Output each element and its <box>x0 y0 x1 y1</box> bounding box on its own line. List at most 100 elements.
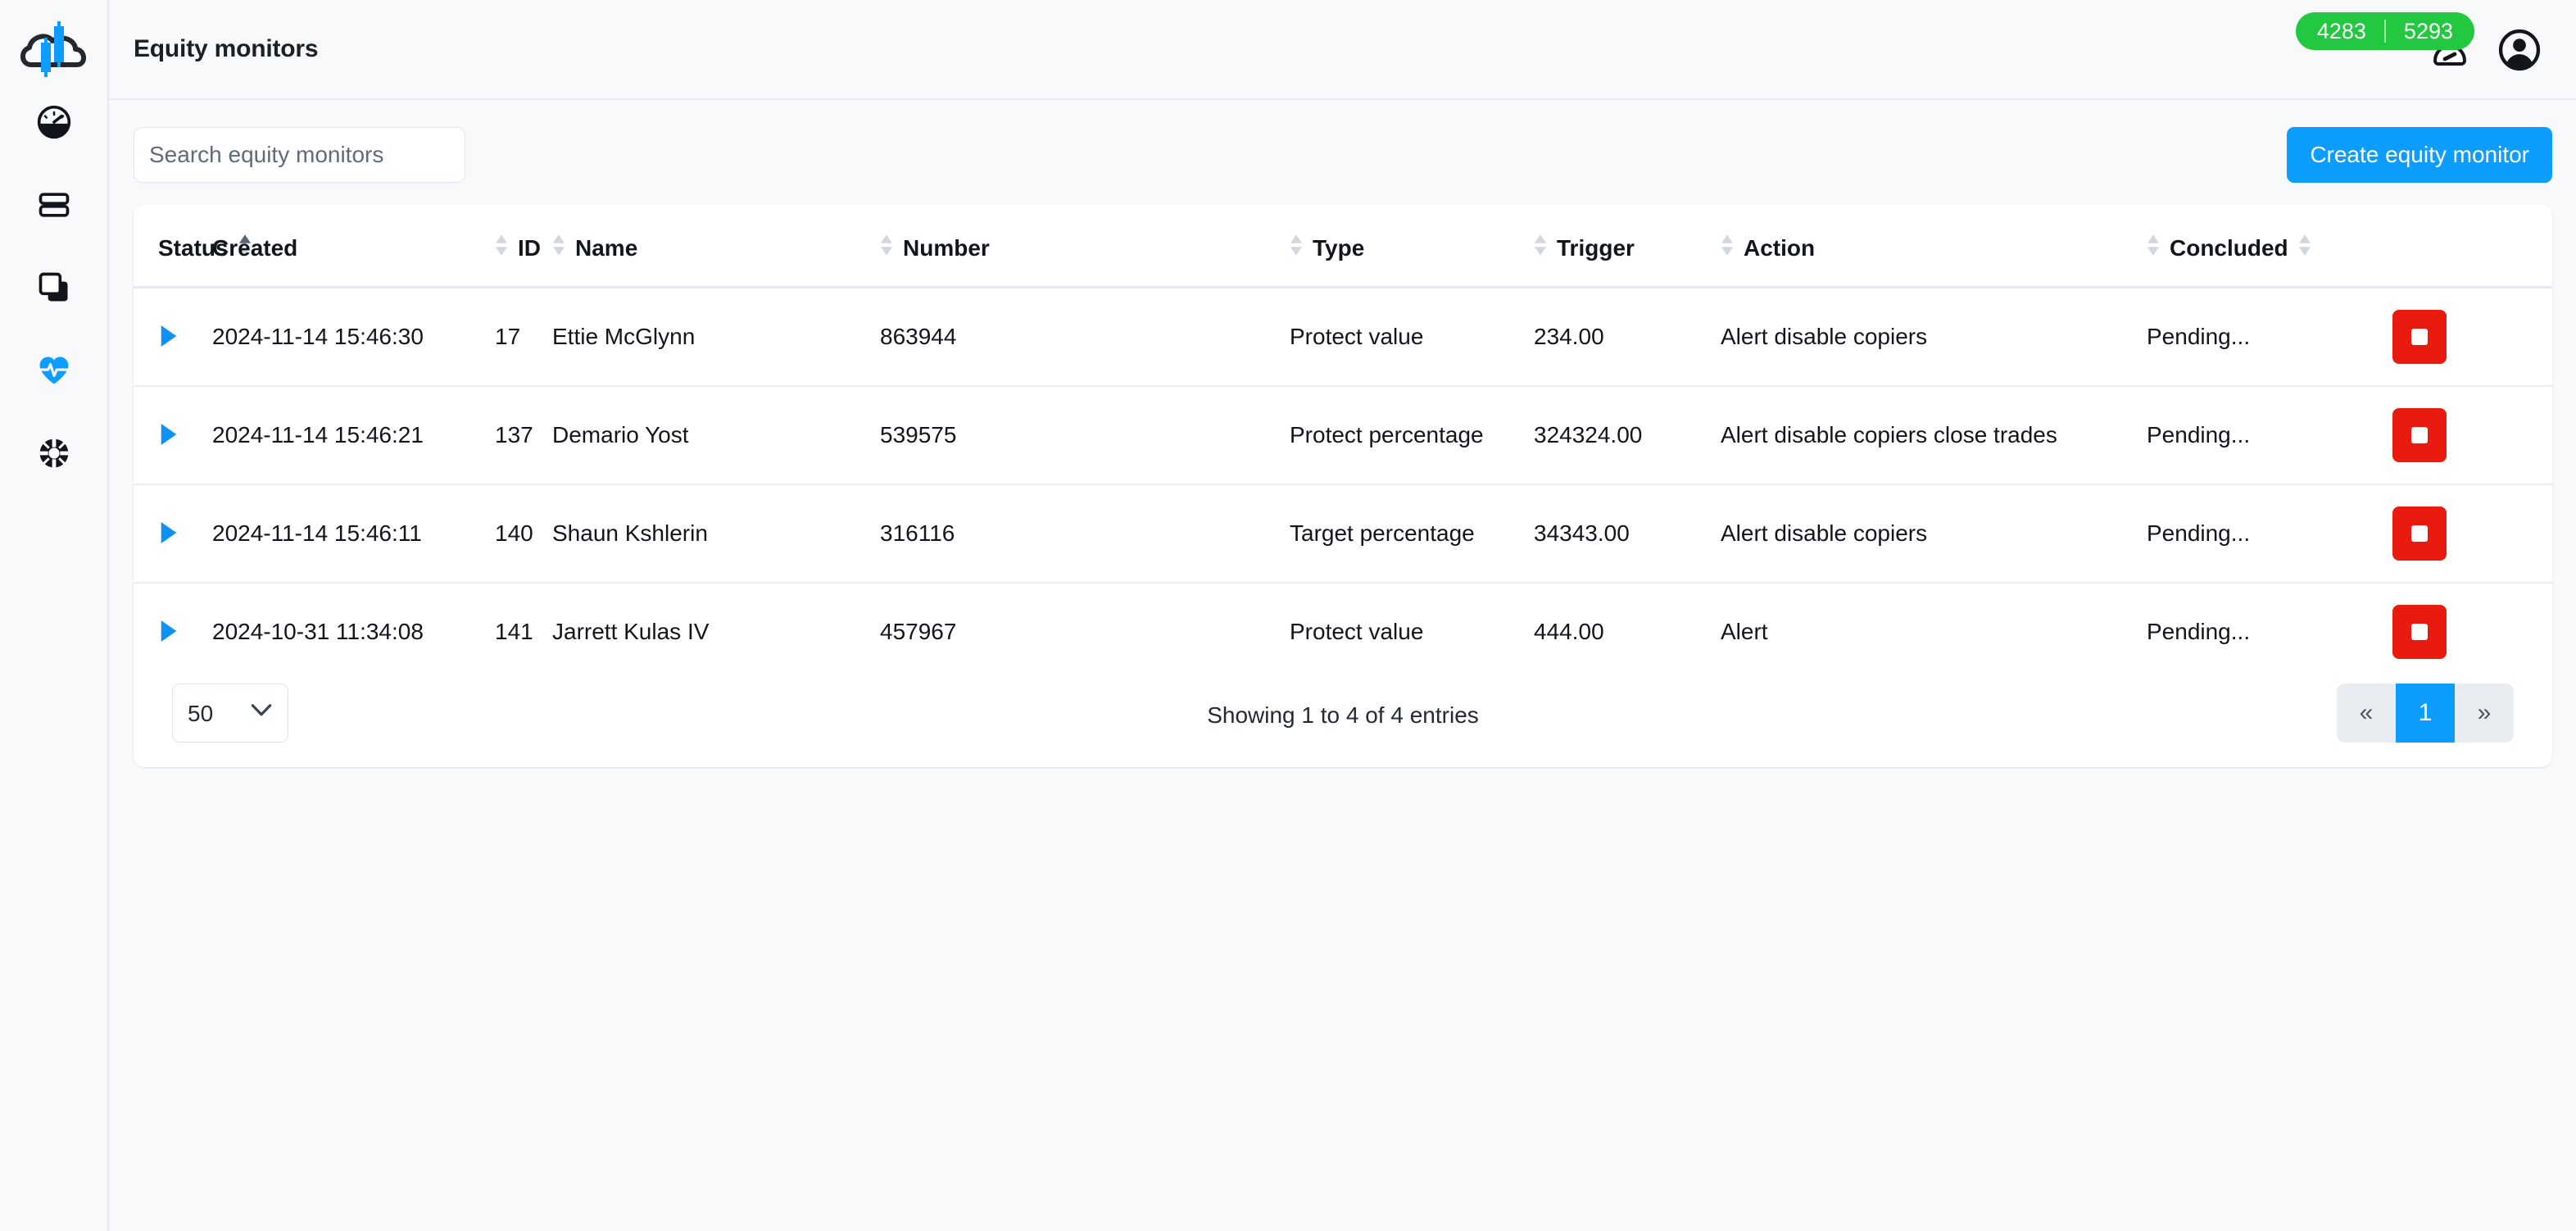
table-footer: 10 25 50 100 Showing 1 to 4 of 4 entries… <box>134 659 2552 767</box>
stop-button[interactable] <box>2392 506 2447 561</box>
stop-icon <box>2411 427 2428 443</box>
cell-concluded: Pending... <box>2147 287 2392 387</box>
pagination: « 1 » <box>2337 684 2514 743</box>
copy-icon <box>36 270 72 306</box>
badge-right-count: 5293 <box>2403 18 2453 43</box>
table-header-label-type: Type <box>1313 234 1365 261</box>
cell-type: Protect percentage <box>1290 386 1534 485</box>
search-input[interactable] <box>134 127 465 183</box>
cloud-candlestick-logo[interactable] <box>16 20 92 80</box>
sidebar-item-monitors[interactable] <box>0 329 108 411</box>
page-title: Equity monitors <box>134 35 319 62</box>
top-header-bar: Equity monitors 4283 5293 <box>109 0 2576 100</box>
column-header-name[interactable]: Name <box>552 204 880 288</box>
table-header-label-number: Number <box>903 234 990 261</box>
cell-actions[interactable] <box>2392 386 2552 485</box>
stop-button[interactable] <box>2392 605 2447 659</box>
row-expand-cell[interactable] <box>134 287 212 387</box>
cell-action: Alert disable copiers <box>1721 287 2147 387</box>
cell-id: 137 <box>495 386 552 485</box>
play-icon[interactable] <box>158 620 179 644</box>
sidebar-item-copiers[interactable] <box>0 246 108 329</box>
main-content: Create equity monitor Status <box>109 100 2576 1231</box>
table-header-label-name: Name <box>575 234 638 261</box>
user-circle-icon[interactable] <box>2497 28 2542 76</box>
table-row[interactable]: 2024-11-14 15:46:30 17 Ettie McGlynn 863… <box>134 287 2552 387</box>
badge-left-count: 4283 <box>2316 18 2366 43</box>
create-equity-monitor-button[interactable]: Create equity monitor <box>2287 127 2552 183</box>
column-header-id[interactable]: ID <box>495 204 552 288</box>
cell-type: Target percentage <box>1290 484 1534 584</box>
cell-id: 17 <box>495 287 552 387</box>
cell-action: Alert disable copiers <box>1721 484 2147 584</box>
cell-name: Demario Yost <box>552 386 880 485</box>
cell-actions[interactable] <box>2392 287 2552 387</box>
cell-number: 863944 <box>880 287 1290 387</box>
sort-none-icon <box>2298 234 2311 261</box>
heart-pulse-icon <box>36 352 72 388</box>
pagination-page-1-button[interactable]: 1 <box>2396 684 2455 743</box>
sort-none-icon <box>2147 234 2160 261</box>
equity-monitors-card: Status Created ID Name Number Type Trigg… <box>134 204 2552 767</box>
sort-none-icon <box>495 234 508 261</box>
lifebuoy-icon <box>36 435 72 471</box>
stop-button[interactable] <box>2392 310 2447 364</box>
column-header-trigger[interactable]: Trigger <box>1534 204 1721 288</box>
pagination-prev-button[interactable]: « <box>2337 684 2396 743</box>
sidebar-item-dashboard[interactable] <box>0 80 108 163</box>
stop-button[interactable] <box>2392 408 2447 462</box>
play-icon[interactable] <box>158 423 179 447</box>
table-body: 2024-11-14 15:46:30 17 Ettie McGlynn 863… <box>134 287 2552 681</box>
speedometer-icon <box>36 104 72 140</box>
pagination-next-button[interactable]: » <box>2455 684 2514 743</box>
table-header-label-created: Created <box>212 234 298 261</box>
column-header-status[interactable]: Status <box>134 204 251 288</box>
table-header-label-action: Action <box>1744 234 1816 261</box>
stop-icon <box>2411 329 2428 345</box>
row-expand-cell[interactable] <box>134 386 212 485</box>
sort-none-icon <box>1721 234 1734 261</box>
column-header-action[interactable]: Action <box>1721 204 2147 288</box>
sidebar-item-accounts[interactable] <box>0 163 108 246</box>
cell-type: Protect value <box>1290 287 1534 387</box>
column-header-created[interactable]: Created <box>212 204 495 288</box>
sort-none-icon <box>1290 234 1303 261</box>
cell-name: Ettie McGlynn <box>552 287 880 387</box>
column-header-type[interactable]: Type <box>1290 204 1534 288</box>
table-row[interactable]: 2024-11-14 15:46:21 137 Demario Yost 539… <box>134 386 2552 485</box>
row-expand-cell[interactable] <box>134 484 212 584</box>
column-header-concluded[interactable]: Concluded <box>2147 204 2392 288</box>
cell-number: 316116 <box>880 484 1290 584</box>
stop-icon <box>2411 525 2428 542</box>
table-head: Status Created ID Name Number Type Trigg… <box>134 204 2552 288</box>
sort-none-icon <box>880 234 893 261</box>
rows-icon <box>36 187 72 223</box>
cell-concluded: Pending... <box>2147 386 2392 485</box>
badge-divider <box>2383 20 2386 43</box>
cell-trigger: 34343.00 <box>1534 484 1721 584</box>
sort-none-icon <box>1534 234 1547 261</box>
table-header-label-concluded: Concluded <box>2170 234 2288 261</box>
cell-name: Shaun Kshlerin <box>552 484 880 584</box>
table-header-label-id: ID <box>518 234 541 261</box>
cell-concluded: Pending... <box>2147 484 2392 584</box>
equity-monitors-table: Status Created ID Name Number Type Trigg… <box>134 204 2552 680</box>
play-icon[interactable] <box>158 521 179 546</box>
cell-id: 140 <box>495 484 552 584</box>
cell-number: 539575 <box>880 386 1290 485</box>
status-badge[interactable]: 4283 5293 <box>2295 12 2474 50</box>
stop-icon <box>2411 624 2428 640</box>
play-icon[interactable] <box>158 325 179 349</box>
column-header-number[interactable]: Number <box>880 204 1290 288</box>
cell-created: 2024-11-14 15:46:21 <box>212 386 495 485</box>
cell-created: 2024-11-14 15:46:30 <box>212 287 495 387</box>
entries-summary: Showing 1 to 4 of 4 entries <box>1207 702 1479 728</box>
cell-actions[interactable] <box>2392 484 2552 584</box>
cell-trigger: 234.00 <box>1534 287 1721 387</box>
table-row[interactable]: 2024-11-14 15:46:11 140 Shaun Kshlerin 3… <box>134 484 2552 584</box>
sidebar-item-support[interactable] <box>0 411 108 494</box>
cell-trigger: 324324.00 <box>1534 386 1721 485</box>
sort-none-icon <box>552 234 565 261</box>
column-header-actions <box>2392 204 2552 288</box>
cell-action: Alert disable copiers close trades <box>1721 386 2147 485</box>
